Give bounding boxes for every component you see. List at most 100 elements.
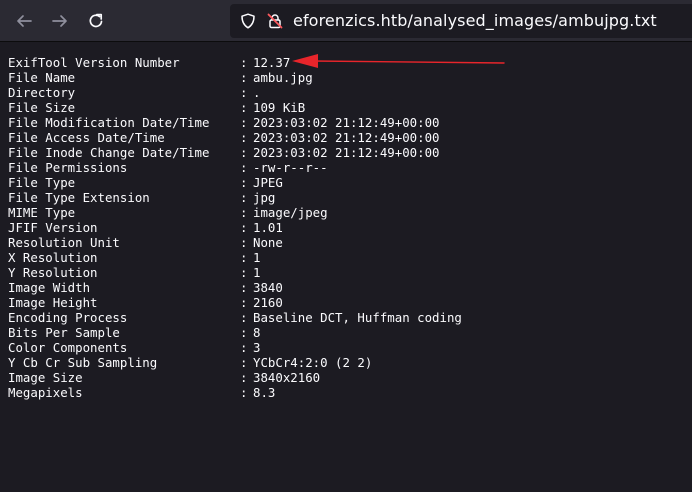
exif-value: 3840x2160 bbox=[253, 370, 321, 385]
exif-separator: : bbox=[240, 190, 248, 205]
exif-value: -rw-r--r-- bbox=[253, 160, 328, 175]
exif-separator: : bbox=[240, 280, 248, 295]
exif-key: File Permissions bbox=[8, 160, 128, 175]
exif-row: Image Size:3840x2160 bbox=[8, 370, 688, 385]
exif-row: Megapixels:8.3 bbox=[8, 385, 688, 400]
url-text[interactable]: eforenzics.htb/analysed_images/ambujpg.t… bbox=[293, 10, 657, 32]
exif-key: JFIF Version bbox=[8, 220, 98, 235]
exif-row: File Type: JPEG bbox=[8, 175, 688, 190]
exif-separator: : bbox=[240, 85, 248, 100]
exif-value: JPEG bbox=[253, 175, 283, 190]
exif-row: Y Cb Cr Sub Sampling: YCbCr4:2:0 (2 2) bbox=[8, 355, 688, 370]
exif-separator: : bbox=[240, 55, 248, 70]
reload-button[interactable] bbox=[80, 5, 112, 37]
exif-key: Image Width bbox=[8, 280, 91, 295]
exif-row: File Size:109 KiB bbox=[8, 100, 688, 115]
url-bar[interactable]: eforenzics.htb/analysed_images/ambujpg.t… bbox=[230, 4, 692, 38]
exif-value: 2160 bbox=[253, 295, 283, 310]
exif-separator: : bbox=[240, 160, 248, 175]
exif-key: File Access Date/Time bbox=[8, 130, 165, 145]
exif-row: File Modification Date/Time:2023:03:02 2… bbox=[8, 115, 688, 130]
exif-value: 1 bbox=[253, 265, 261, 280]
exif-value: 2023:03:02 21:12:49+00:00 bbox=[253, 115, 440, 130]
exif-value: 1.01 bbox=[253, 220, 283, 235]
exif-separator: : bbox=[240, 355, 248, 370]
exif-key: Y Cb Cr Sub Sampling bbox=[8, 355, 158, 370]
exif-key: File Size bbox=[8, 100, 76, 115]
exif-separator: : bbox=[240, 115, 248, 130]
forward-button[interactable] bbox=[44, 5, 76, 37]
exif-key: Bits Per Sample bbox=[8, 325, 120, 340]
exif-separator: : bbox=[240, 265, 248, 280]
browser-toolbar: eforenzics.htb/analysed_images/ambujpg.t… bbox=[0, 0, 692, 42]
exif-row: Image Height:2160 bbox=[8, 295, 688, 310]
exif-row: Image Width:3840 bbox=[8, 280, 688, 295]
exif-key: X Resolution bbox=[8, 250, 98, 265]
exif-key: Encoding Process bbox=[8, 310, 128, 325]
exif-value: . bbox=[253, 85, 261, 100]
exif-separator: : bbox=[240, 340, 248, 355]
exif-value: 2023:03:02 21:12:49+00:00 bbox=[253, 130, 440, 145]
exif-row: X Resolution:1 bbox=[8, 250, 688, 265]
exif-key: File Inode Change Date/Time bbox=[8, 145, 210, 160]
exif-separator: : bbox=[240, 370, 248, 385]
exif-key: MIME Type bbox=[8, 205, 76, 220]
exif-key: ExifTool Version Number bbox=[8, 55, 180, 70]
exif-value: ambu.jpg bbox=[253, 70, 313, 85]
exif-key: Y Resolution bbox=[8, 265, 98, 280]
exif-value: YCbCr4:2:0 (2 2) bbox=[253, 355, 373, 370]
exif-separator: : bbox=[240, 310, 248, 325]
exif-value: None bbox=[253, 235, 283, 250]
lock-strikethrough-icon[interactable] bbox=[267, 13, 283, 29]
exif-separator: : bbox=[240, 325, 248, 340]
exif-key: Megapixels bbox=[8, 385, 83, 400]
exif-key: File Type bbox=[8, 175, 76, 190]
shield-icon[interactable] bbox=[240, 13, 256, 29]
exif-separator: : bbox=[240, 205, 248, 220]
exif-key: File Modification Date/Time bbox=[8, 115, 210, 130]
exif-value: 2023:03:02 21:12:49+00:00 bbox=[253, 145, 440, 160]
exif-key: Image Height bbox=[8, 295, 98, 310]
arrow-left-icon bbox=[15, 12, 33, 30]
exif-key: File Type Extension bbox=[8, 190, 150, 205]
exif-value: 1 bbox=[253, 250, 261, 265]
exif-value: image/jpeg bbox=[253, 205, 328, 220]
exif-separator: : bbox=[240, 145, 248, 160]
exif-row: Y Resolution:1 bbox=[8, 265, 688, 280]
exif-separator: : bbox=[240, 385, 248, 400]
exif-row: File Access Date/Time:2023:03:02 21:12:4… bbox=[8, 130, 688, 145]
exif-row: File Type Extension: jpg bbox=[8, 190, 688, 205]
exif-key: File Name bbox=[8, 70, 76, 85]
exif-key: Directory bbox=[8, 85, 76, 100]
exif-value: 109 KiB bbox=[253, 100, 306, 115]
exif-row: Bits Per Sample:8 bbox=[8, 325, 688, 340]
exif-value: Baseline DCT, Huffman coding bbox=[253, 310, 462, 325]
exif-key: Color Components bbox=[8, 340, 128, 355]
exif-value: 12.37 bbox=[253, 55, 291, 70]
exif-row: File Permissions: -rw-r--r-- bbox=[8, 160, 688, 175]
exif-value: 3840 bbox=[253, 280, 283, 295]
exif-separator: : bbox=[240, 175, 248, 190]
exif-separator: : bbox=[240, 70, 248, 85]
reload-icon bbox=[87, 12, 105, 30]
exif-separator: : bbox=[240, 130, 248, 145]
exif-separator: : bbox=[240, 235, 248, 250]
arrow-right-icon bbox=[51, 12, 69, 30]
exif-value: 8 bbox=[253, 325, 261, 340]
exif-value: 3 bbox=[253, 340, 261, 355]
exif-row: Resolution Unit: None bbox=[8, 235, 688, 250]
red-arrow-annotation bbox=[292, 54, 505, 68]
exif-row: File Inode Change Date/Time:2023:03:02 2… bbox=[8, 145, 688, 160]
exif-separator: : bbox=[240, 250, 248, 265]
exif-separator: : bbox=[240, 220, 248, 235]
back-button[interactable] bbox=[8, 5, 40, 37]
exif-output: ExifTool Version Number:12.37 File Name: a… bbox=[8, 55, 688, 400]
exif-value: jpg bbox=[253, 190, 276, 205]
exif-row: Encoding Process: Baseline DCT, Huffman c… bbox=[8, 310, 688, 325]
exif-separator: : bbox=[240, 295, 248, 310]
exif-key: Resolution Unit bbox=[8, 235, 120, 250]
exif-row: MIME Type: image/jpeg bbox=[8, 205, 688, 220]
exif-row: Directory:. bbox=[8, 85, 688, 100]
exif-separator: : bbox=[240, 100, 248, 115]
exif-key: Image Size bbox=[8, 370, 83, 385]
